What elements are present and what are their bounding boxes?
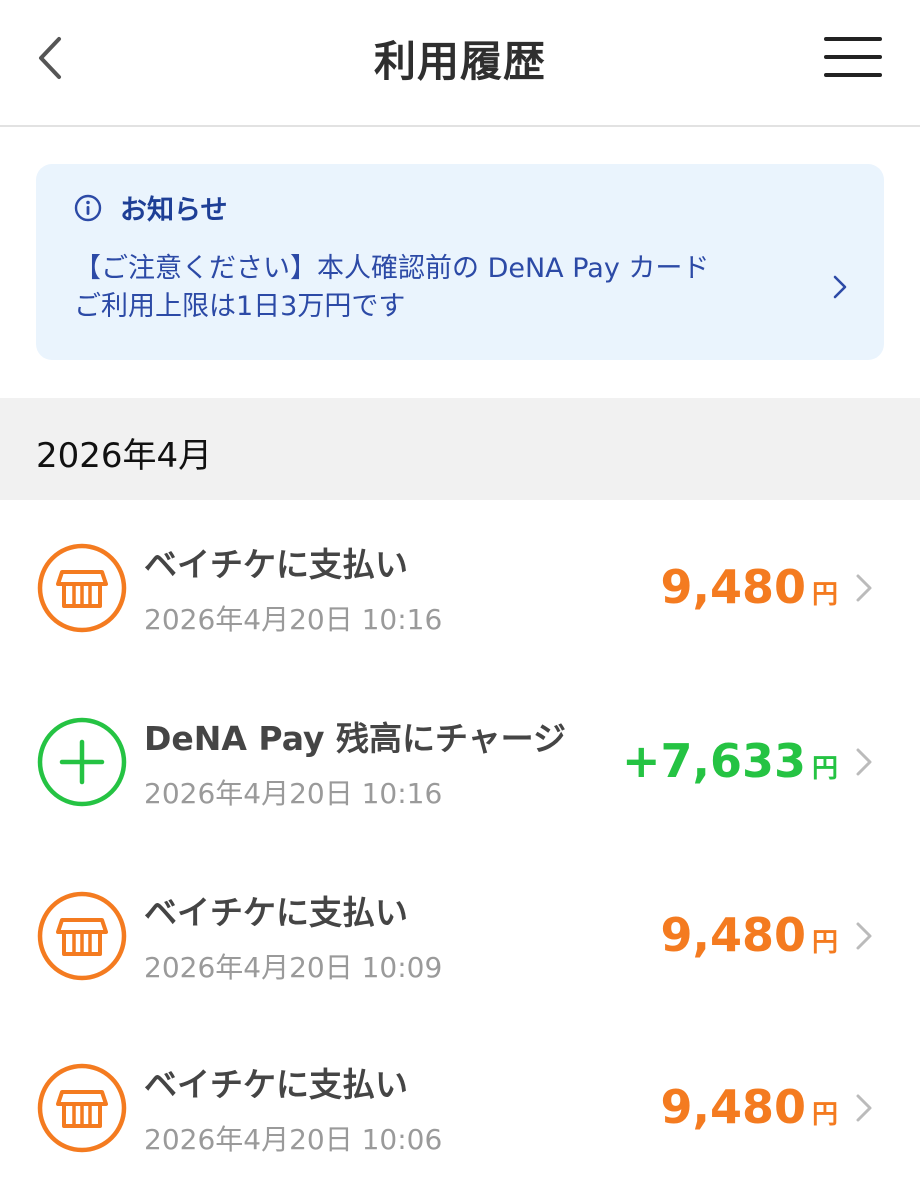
amount-unit: 円 bbox=[811, 754, 838, 784]
store-icon bbox=[37, 891, 127, 981]
transaction-title: ベイチケに支払い bbox=[144, 893, 408, 932]
transaction-date: 2026年4月20日 10:16 bbox=[144, 603, 443, 636]
chevron-right-icon bbox=[856, 574, 872, 602]
transaction-amount: +7,633 円 bbox=[622, 734, 838, 788]
chevron-right-icon bbox=[856, 922, 872, 950]
amount-value: 9,480 bbox=[660, 1080, 806, 1134]
store-icon bbox=[37, 1063, 127, 1153]
info-icon bbox=[74, 194, 102, 221]
hamburger-menu-icon bbox=[824, 37, 882, 77]
notice-title: お知らせ bbox=[120, 195, 228, 226]
notice-line-2: ご利用上限は1日3万円です bbox=[74, 291, 406, 322]
transaction-row[interactable]: ベイチケに支払い 2026年4月20日 10:09 9,480 円 bbox=[0, 850, 920, 1024]
menu-button[interactable] bbox=[822, 34, 892, 84]
transaction-date: 2026年4月20日 10:09 bbox=[144, 951, 443, 984]
transaction-row[interactable]: ベイチケに支払い 2026年4月20日 10:16 9,480 円 bbox=[0, 502, 920, 676]
amount-value: +7,633 bbox=[621, 734, 806, 788]
transaction-amount: 9,480 円 bbox=[660, 560, 838, 614]
notice-message: 【ご注意ください】本人確認前の DeNA Pay カード ご利用上限は1日3万円… bbox=[74, 250, 814, 326]
transaction-date: 2026年4月20日 10:16 bbox=[144, 777, 443, 810]
transaction-title: ベイチケに支払い bbox=[144, 1065, 408, 1104]
store-icon bbox=[37, 543, 127, 633]
amount-unit: 円 bbox=[811, 1100, 838, 1130]
amount-value: 9,480 bbox=[660, 908, 806, 962]
chevron-right-icon bbox=[856, 1094, 872, 1122]
amount-value: 9,480 bbox=[660, 560, 806, 614]
chevron-right-icon bbox=[856, 748, 872, 776]
notice-banner[interactable]: お知らせ 【ご注意ください】本人確認前の DeNA Pay カード ご利用上限は… bbox=[36, 164, 884, 360]
transaction-date: 2026年4月20日 10:06 bbox=[144, 1123, 443, 1156]
amount-unit: 円 bbox=[811, 928, 838, 958]
plus-icon bbox=[37, 717, 127, 807]
page-title: 利用履歴 bbox=[373, 37, 546, 86]
chevron-right-icon bbox=[833, 275, 847, 299]
notice-header: お知らせ bbox=[74, 188, 227, 227]
month-label: 2026年4月 bbox=[36, 436, 213, 476]
transaction-amount: 9,480 円 bbox=[660, 1080, 838, 1134]
transaction-title: DeNA Pay 残高にチャージ bbox=[144, 719, 566, 758]
transaction-row[interactable]: DeNA Pay 残高にチャージ 2026年4月20日 10:16 +7,633… bbox=[0, 676, 920, 850]
month-section-header: 2026年4月 bbox=[0, 398, 920, 500]
notice-line-1: 【ご注意ください】本人確認前の DeNA Pay カード bbox=[74, 253, 710, 284]
transaction-row[interactable]: ベイチケに支払い 2026年4月20日 10:06 9,480 円 bbox=[0, 1022, 920, 1196]
header: 利用履歴 bbox=[0, 0, 920, 127]
transaction-title: ベイチケに支払い bbox=[144, 545, 408, 584]
amount-unit: 円 bbox=[811, 580, 838, 610]
transaction-amount: 9,480 円 bbox=[660, 908, 838, 962]
